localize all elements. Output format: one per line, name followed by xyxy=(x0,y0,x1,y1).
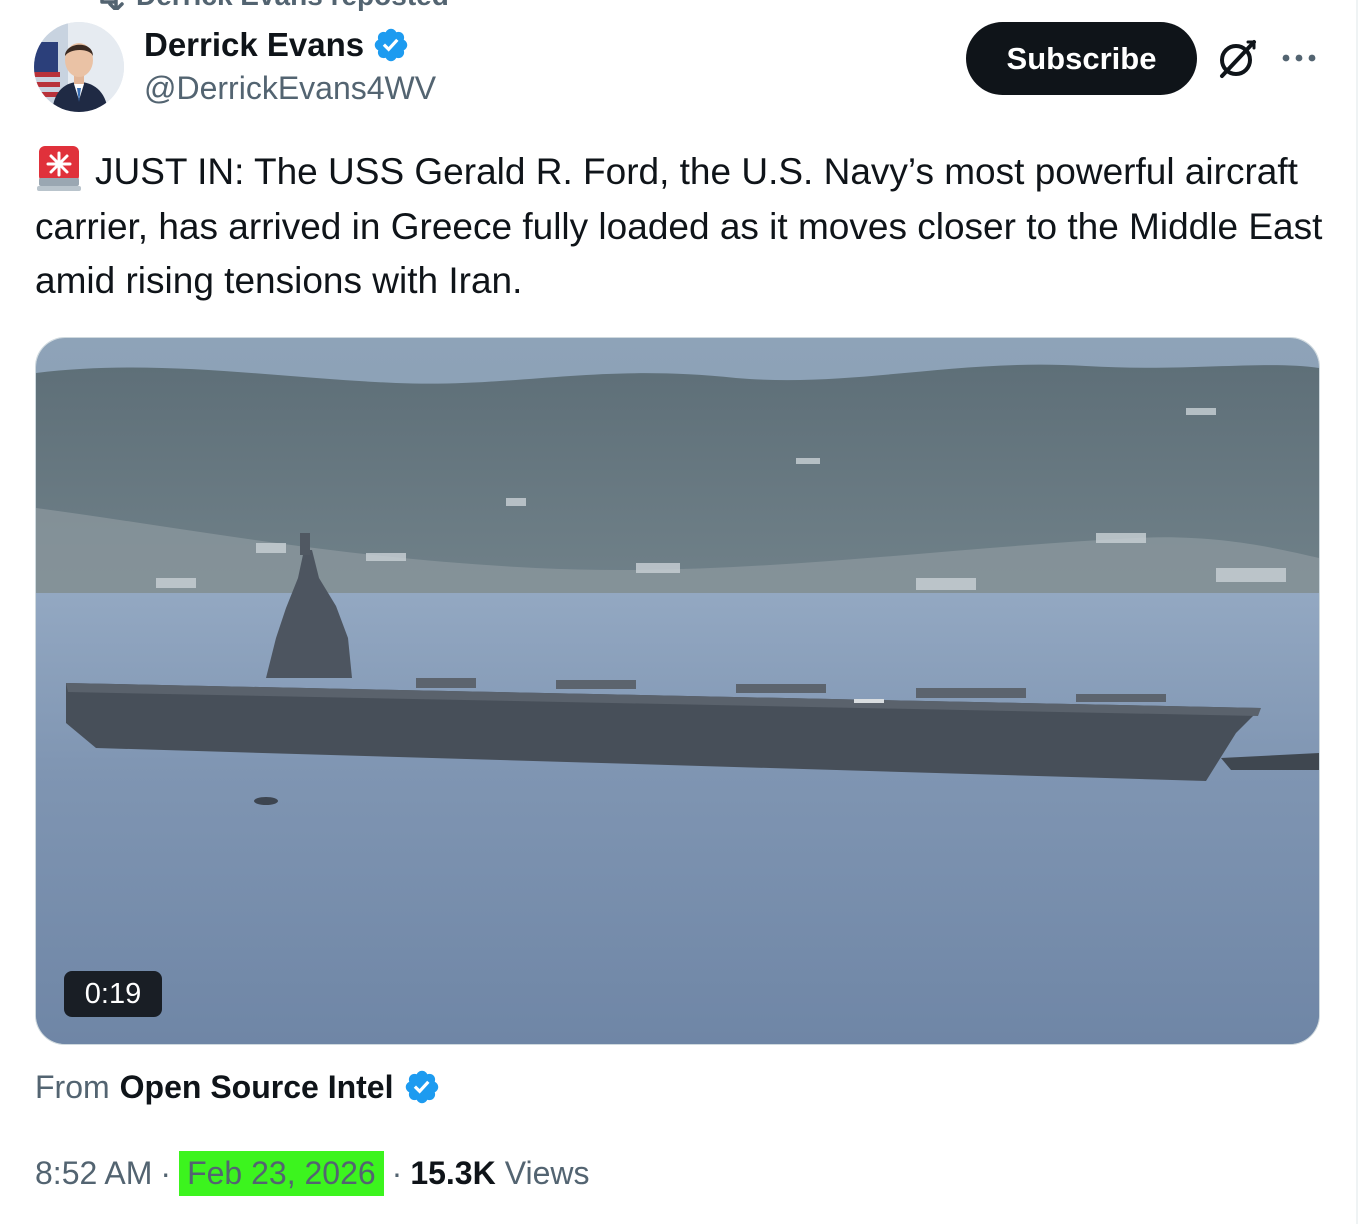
tweet-body: JUST IN: The USS Gerald R. Ford, the U.S… xyxy=(35,151,1323,301)
views-count: 15.3K xyxy=(410,1154,496,1191)
repost-icon xyxy=(100,0,124,10)
verified-badge-icon[interactable] xyxy=(403,1068,441,1106)
source-account-link[interactable]: Open Source Intel xyxy=(120,1069,394,1106)
tweet-meta: 8:52 AM · Feb 23, 2026 · 15.3K Views xyxy=(35,1150,589,1196)
repost-indicator[interactable]: Derrick Evans reposted xyxy=(92,0,449,12)
author-name-row[interactable]: Derrick Evans xyxy=(144,24,410,66)
tweet-time[interactable]: 8:52 AM xyxy=(35,1155,152,1192)
meta-separator: · xyxy=(391,1154,403,1191)
tweet-text: JUST IN: The USS Gerald R. Ford, the U.S… xyxy=(35,144,1325,309)
right-border xyxy=(1356,0,1358,1224)
source-prefix: From xyxy=(35,1068,110,1105)
video-thumbnail-image xyxy=(36,338,1319,1044)
tweet-date-highlighted[interactable]: Feb 23, 2026 xyxy=(179,1150,384,1196)
video-source-attribution: From Open Source Intel xyxy=(35,1064,441,1110)
verified-badge-icon[interactable] xyxy=(372,26,410,64)
author-display-name[interactable]: Derrick Evans xyxy=(144,26,364,64)
rotating-light-emoji xyxy=(35,144,83,192)
more-horizontal-icon[interactable] xyxy=(1278,40,1322,76)
views-label: Views xyxy=(504,1154,590,1191)
video-player[interactable]: 0:19 xyxy=(35,337,1320,1045)
author-avatar[interactable] xyxy=(34,22,124,112)
avatar-image xyxy=(34,22,124,112)
grok-slash-circle-icon[interactable] xyxy=(1214,36,1260,82)
repost-label: Derrick Evans reposted xyxy=(136,0,449,12)
video-duration-badge: 0:19 xyxy=(64,971,162,1017)
meta-separator: · xyxy=(160,1154,172,1191)
subscribe-button[interactable]: Subscribe xyxy=(966,22,1197,95)
author-handle[interactable]: @DerrickEvans4WV xyxy=(144,70,436,107)
